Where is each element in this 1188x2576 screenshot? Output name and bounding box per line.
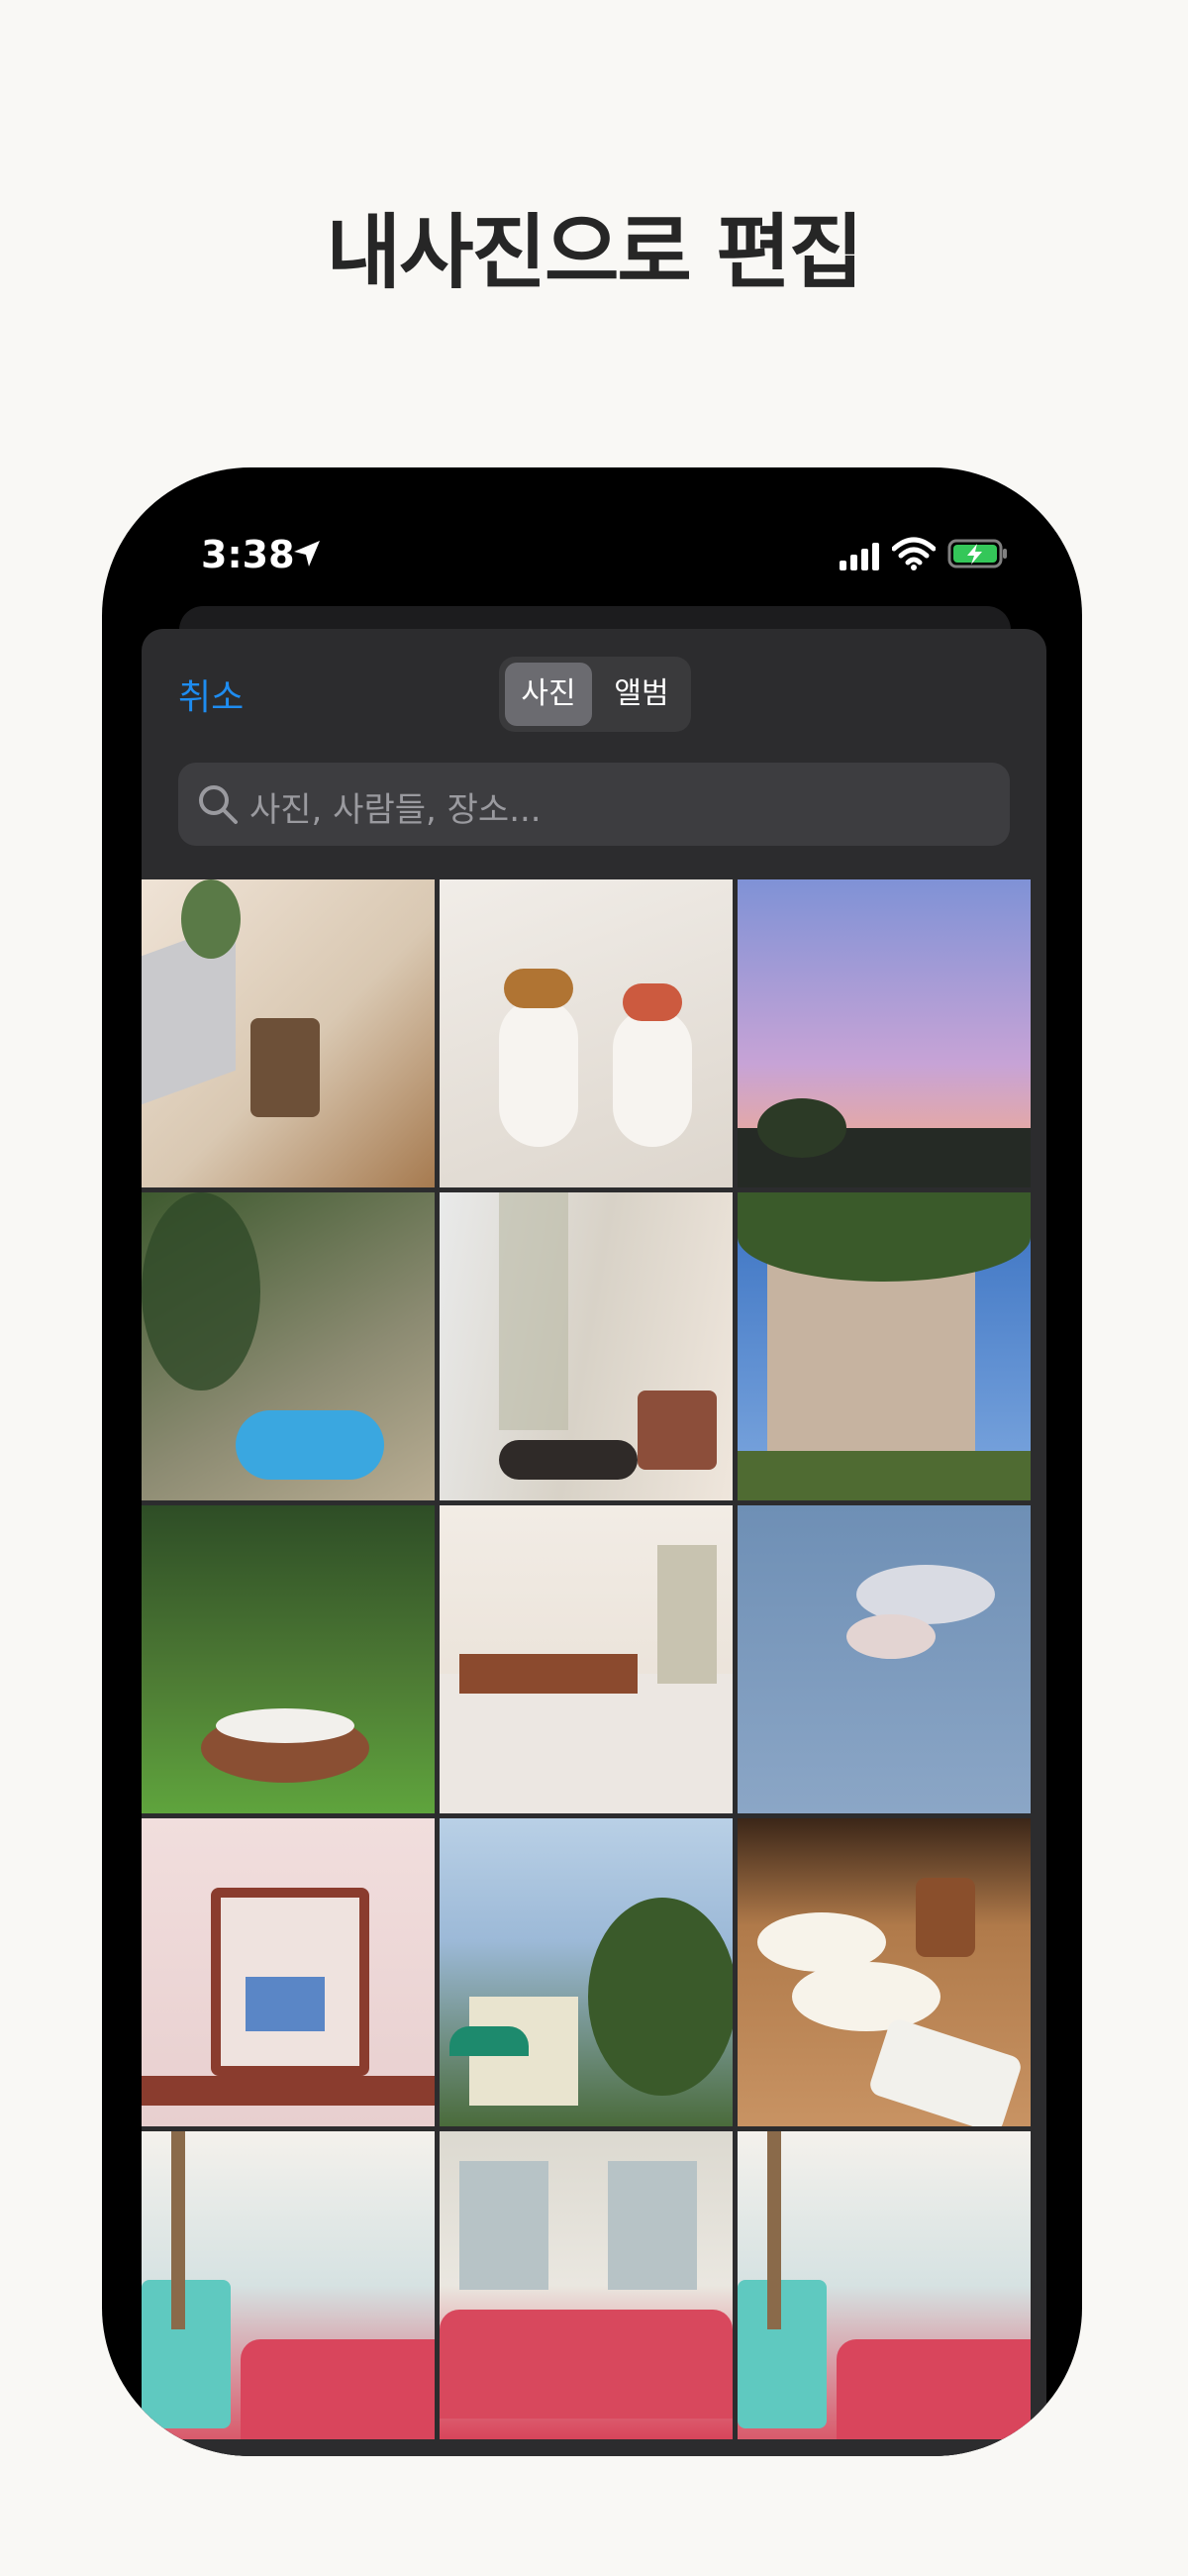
photo-thumbnail[interactable] [440,1818,733,2126]
photo-thumbnail[interactable] [142,2131,435,2439]
photo-picker-sheet: 취소 사진 앨범 사진, 사람들, 장소... [142,629,1046,2456]
photo-thumbnail[interactable] [142,1818,435,2126]
cellular-signal-icon [840,543,879,570]
photo-thumbnail[interactable] [440,879,733,1187]
photo-thumbnail[interactable] [142,1192,435,1500]
photo-thumbnail[interactable] [738,879,1031,1187]
search-icon [199,785,238,824]
photo-thumbnail[interactable] [738,1192,1031,1500]
photo-grid [142,879,1046,2456]
location-arrow-icon [294,541,320,567]
search-placeholder: 사진, 사람들, 장소... [249,790,542,830]
battery-charging-icon [947,539,1007,568]
search-field[interactable]: 사진, 사람들, 장소... [178,763,1010,846]
photo-thumbnail[interactable] [440,1192,733,1500]
photo-thumbnail[interactable] [738,2131,1031,2439]
page-headline: 내사진으로 편집 [326,206,864,300]
photo-thumbnail[interactable] [440,1505,733,1813]
status-time: 3:38 [201,533,295,576]
segment-albums[interactable]: 앨범 [598,663,685,726]
photo-thumbnail[interactable] [738,1505,1031,1813]
photo-thumbnail[interactable] [440,2131,733,2439]
cancel-button[interactable]: 취소 [178,669,244,720]
photo-thumbnail[interactable] [142,1505,435,1813]
source-segmented-control: 사진 앨범 [499,657,691,732]
wifi-icon [892,537,936,570]
segment-photos[interactable]: 사진 [505,663,592,726]
phone-frame: 3:38 취소 사진 앨범 사진, 사람들, 장소... [102,467,1082,2456]
photo-thumbnail[interactable] [738,1818,1031,2126]
photo-thumbnail[interactable] [142,879,435,1187]
